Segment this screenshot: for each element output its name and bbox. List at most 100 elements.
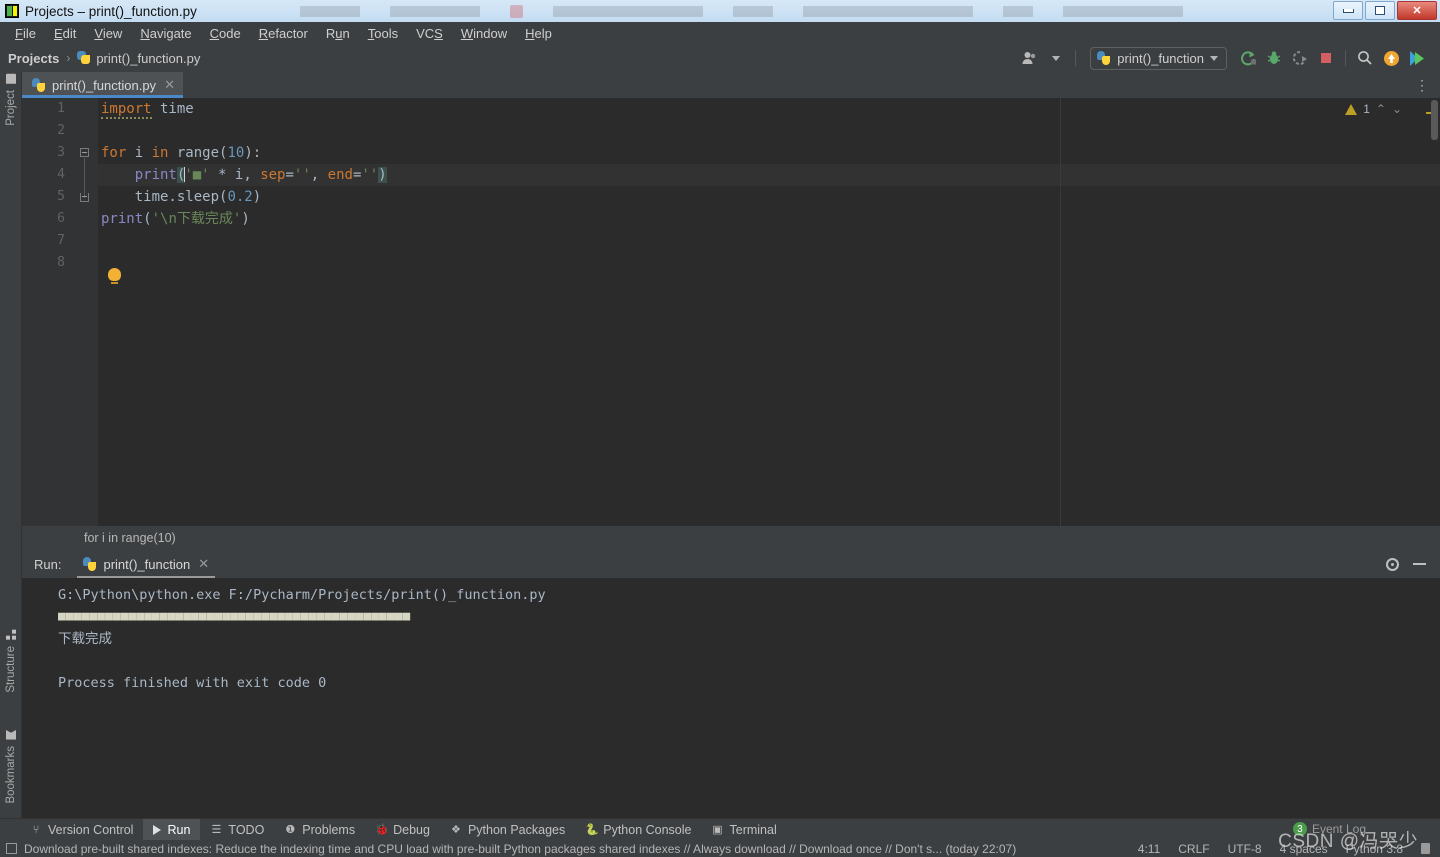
- status-message[interactable]: Download pre-built shared indexes: Reduc…: [24, 842, 1016, 856]
- run-icon[interactable]: [1235, 46, 1261, 70]
- breadcrumb-file[interactable]: print()_function.py: [96, 51, 200, 66]
- breadcrumb-project[interactable]: Projects: [8, 51, 59, 66]
- string-block: '■': [184, 167, 210, 183]
- debug-icon[interactable]: [1261, 46, 1287, 70]
- fold-end-icon[interactable]: [79, 192, 90, 203]
- menu-view[interactable]: View: [85, 24, 131, 43]
- kwarg-sep: sep: [260, 167, 286, 183]
- line-separator[interactable]: CRLF: [1178, 842, 1209, 856]
- line-number: 6: [57, 211, 65, 226]
- line-number: 1: [57, 101, 65, 116]
- toolbar-actions: print()_function: [1017, 46, 1440, 70]
- right-margin-guide: [1060, 98, 1061, 526]
- run-window-actions: [1386, 557, 1440, 571]
- tool-window-debug[interactable]: 🐞 Debug: [365, 819, 440, 841]
- update-project-icon[interactable]: [1378, 46, 1404, 70]
- tool-window-version-control[interactable]: ⑂ Version Control: [20, 819, 143, 841]
- paren-close: ): [378, 167, 387, 183]
- tool-window-terminal[interactable]: ▣ Terminal: [702, 819, 787, 841]
- python-file-icon-tab: [32, 78, 46, 92]
- code-breadcrumb[interactable]: for i in range(10): [22, 526, 1440, 550]
- menu-run[interactable]: Run: [317, 24, 359, 43]
- search-icon[interactable]: [1352, 46, 1378, 70]
- menu-vcs[interactable]: VCS: [407, 24, 452, 43]
- minimize-button[interactable]: [1333, 1, 1363, 20]
- sidebar-item-project[interactable]: Project: [0, 74, 22, 126]
- number-10: 10: [227, 145, 245, 161]
- editor-scrollbar[interactable]: [1431, 100, 1438, 140]
- close-icon[interactable]: ✕: [164, 77, 175, 93]
- line-number: 3: [57, 145, 65, 160]
- menu-bar[interactable]: FFileile Edit View Navigate Code Refacto…: [0, 22, 1440, 44]
- call-range: range(: [168, 145, 228, 161]
- pycharm-window: Projects – print()_function.py ✕ FFileil…: [0, 0, 1440, 857]
- paren-close-6: ): [241, 211, 250, 227]
- python-icon-run-tab: [83, 557, 97, 571]
- menu-edit[interactable]: Edit: [45, 24, 85, 43]
- tool-window-label: Debug: [393, 822, 430, 837]
- menu-window[interactable]: Window: [452, 24, 516, 43]
- title-bar: Projects – print()_function.py ✕: [0, 0, 1440, 22]
- close-icon-run-tab[interactable]: ✕: [198, 556, 209, 572]
- sidebar-item-structure[interactable]: Structure: [0, 630, 22, 693]
- chevron-down-icon: [1210, 55, 1218, 61]
- code-content[interactable]: import time for i in range(10): print('■…: [98, 98, 1440, 526]
- chevron-down-icon-editor[interactable]: ⌄: [1392, 102, 1402, 116]
- sidebar-item-bookmarks[interactable]: Bookmarks: [0, 730, 22, 804]
- packages-icon: ❖: [451, 824, 461, 836]
- run-console[interactable]: G:\Python\python.exe F:/Pycharm/Projects…: [22, 578, 1440, 818]
- tool-window-python-console[interactable]: 🐍 Python Console: [575, 819, 701, 841]
- lock-icon[interactable]: [1421, 843, 1430, 854]
- kwarg-end: end: [327, 167, 353, 183]
- tool-window-todo[interactable]: ☰ TODO: [200, 819, 274, 841]
- close-button[interactable]: ✕: [1397, 1, 1437, 20]
- tool-window-run[interactable]: Run: [143, 818, 201, 841]
- ide-run-icon[interactable]: [1404, 46, 1430, 70]
- file-encoding[interactable]: UTF-8: [1228, 842, 1262, 856]
- menu-help[interactable]: Help: [516, 24, 561, 43]
- intention-bulb-icon[interactable]: [108, 268, 121, 284]
- menu-tools[interactable]: Tools: [359, 24, 407, 43]
- code-line-3: for i in range(10):: [98, 142, 1440, 164]
- window-controls[interactable]: ✕: [1333, 1, 1437, 20]
- play-icon: [153, 824, 162, 835]
- menu-navigate[interactable]: Navigate: [131, 24, 200, 43]
- minimize-icon[interactable]: [1413, 563, 1426, 565]
- equals-1: =: [285, 167, 294, 183]
- menu-code[interactable]: Code: [201, 24, 250, 43]
- inspection-widget[interactable]: 1 ⌃ ⌄: [1345, 102, 1402, 116]
- keyword-for: for: [101, 145, 127, 161]
- gear-icon[interactable]: [1386, 557, 1399, 571]
- notification-icon[interactable]: [6, 843, 17, 854]
- keyword-import: import: [101, 101, 152, 119]
- number-02: 0.2: [227, 189, 253, 205]
- stop-icon[interactable]: [1313, 46, 1339, 70]
- restore-button[interactable]: [1365, 1, 1395, 20]
- for-colon: ):: [244, 145, 262, 161]
- comma: ,: [310, 167, 328, 183]
- csdn-watermark: CSDN @冯哭少: [1278, 831, 1418, 852]
- editor-tab-label: print()_function.py: [52, 77, 157, 93]
- fold-collapse-icon[interactable]: [79, 147, 90, 158]
- run-configuration-selector[interactable]: print()_function: [1090, 46, 1227, 70]
- more-actions-icon[interactable]: ⋮: [1415, 77, 1440, 94]
- code-editor[interactable]: 1 2 3 4 5 6 7 8 import time for i in ran…: [22, 98, 1440, 526]
- module-time: time: [151, 101, 194, 117]
- tool-window-label: Run: [167, 822, 191, 837]
- account-icon[interactable]: [1017, 46, 1043, 70]
- run-tab[interactable]: print()_function ✕: [77, 550, 215, 578]
- chevron-up-icon[interactable]: ⌃: [1376, 102, 1386, 116]
- window-title: Projects – print()_function.py: [25, 3, 197, 19]
- code-folding-gutter[interactable]: [74, 98, 98, 526]
- menu-refactor[interactable]: Refactor: [250, 24, 317, 43]
- tool-window-python-packages[interactable]: ❖ Python Packages: [440, 819, 575, 841]
- menu-file[interactable]: FFileile: [6, 24, 45, 43]
- run-with-coverage-icon[interactable]: [1287, 46, 1313, 70]
- python-icon: 🐍: [585, 824, 599, 836]
- account-dropdown-caret[interactable]: [1043, 46, 1069, 70]
- editor-tab[interactable]: print()_function.py ✕: [22, 72, 183, 98]
- caret-position[interactable]: 4:11: [1138, 842, 1160, 856]
- tool-window-problems[interactable]: ❶ Problems: [274, 819, 365, 841]
- pycharm-logo-icon: [5, 4, 19, 18]
- console-blank: [58, 650, 1440, 672]
